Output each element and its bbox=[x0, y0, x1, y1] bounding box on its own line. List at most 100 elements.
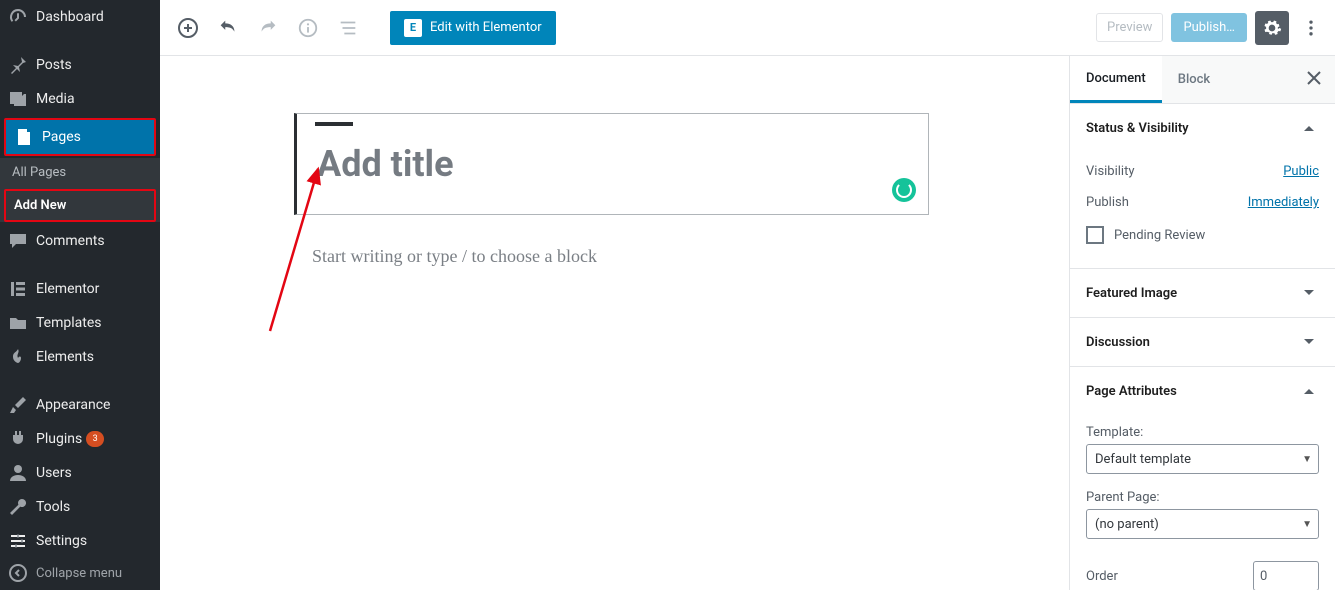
body-placeholder[interactable]: Start writing or type / to choose a bloc… bbox=[312, 246, 597, 267]
editor-topbar: E Edit with Elementor Preview Publish… bbox=[160, 0, 1335, 56]
comments-icon bbox=[8, 231, 28, 251]
chevron-down-icon bbox=[1299, 283, 1319, 303]
sidebar-label: Posts bbox=[36, 57, 72, 73]
visibility-label: Visibility bbox=[1086, 164, 1135, 179]
more-options-button[interactable] bbox=[1297, 11, 1325, 45]
publish-label: Publish bbox=[1086, 195, 1129, 210]
outline-icon bbox=[337, 17, 359, 39]
close-icon bbox=[1307, 71, 1321, 85]
sidebar-item-pages[interactable]: Pages bbox=[6, 120, 154, 154]
info-icon bbox=[297, 17, 319, 39]
more-vertical-icon bbox=[1301, 18, 1321, 38]
sidebar-sub-all-pages[interactable]: All Pages bbox=[0, 158, 160, 187]
elementor-button-label: Edit with Elementor bbox=[430, 20, 542, 35]
chevron-up-icon bbox=[1299, 118, 1319, 138]
add-block-button[interactable] bbox=[170, 10, 206, 46]
title-accent bbox=[315, 122, 353, 126]
redo-icon bbox=[257, 17, 279, 39]
publish-value-link[interactable]: Immediately bbox=[1248, 195, 1319, 210]
sidebar-label: Settings bbox=[36, 533, 87, 549]
grammarly-icon[interactable] bbox=[892, 178, 916, 202]
sidebar-label: Tools bbox=[36, 499, 70, 515]
section-head-status[interactable]: Status & Visibility bbox=[1070, 104, 1335, 152]
wrench-icon bbox=[8, 497, 28, 517]
dashboard-icon bbox=[8, 7, 28, 27]
template-select[interactable]: Default template ▼ bbox=[1086, 444, 1319, 474]
caret-down-icon: ▼ bbox=[1302, 454, 1312, 465]
sidebar-item-posts[interactable]: Posts bbox=[0, 48, 160, 82]
sidebar-label: Media bbox=[36, 91, 75, 107]
sidebar-item-dashboard[interactable]: Dashboard bbox=[0, 0, 160, 34]
title-placeholder: Add title bbox=[317, 143, 454, 185]
info-button[interactable] bbox=[290, 10, 326, 46]
plug-icon bbox=[8, 429, 28, 449]
section-head-discussion[interactable]: Discussion bbox=[1070, 318, 1335, 366]
outline-button[interactable] bbox=[330, 10, 366, 46]
sidebar-item-elementor[interactable]: Elementor bbox=[0, 272, 160, 306]
sidebar-item-appearance[interactable]: Appearance bbox=[0, 388, 160, 422]
annotation-pages: Pages bbox=[4, 118, 156, 156]
edit-with-elementor-button[interactable]: E Edit with Elementor bbox=[390, 11, 556, 45]
annotation-add-new: Add New bbox=[4, 189, 156, 222]
template-label: Template: bbox=[1086, 419, 1319, 444]
chevron-down-icon bbox=[1299, 332, 1319, 352]
editor-canvas: Add title Start writing or type / to cho… bbox=[160, 56, 1069, 590]
sidebar-label: Elementor bbox=[36, 281, 99, 297]
tab-block[interactable]: Block bbox=[1162, 56, 1226, 103]
sidebar-label: Comments bbox=[36, 233, 105, 249]
redo-button[interactable] bbox=[250, 10, 286, 46]
visibility-value-link[interactable]: Public bbox=[1283, 164, 1319, 179]
section-head-featured[interactable]: Featured Image bbox=[1070, 269, 1335, 317]
panel-tabs: Document Block bbox=[1070, 56, 1335, 104]
sidebar-item-media[interactable]: Media bbox=[0, 82, 160, 116]
sidebar-item-templates[interactable]: Templates bbox=[0, 306, 160, 340]
sidebar-item-users[interactable]: Users bbox=[0, 456, 160, 490]
folder-icon bbox=[8, 313, 28, 333]
pages-icon bbox=[14, 127, 34, 147]
elementor-icon bbox=[8, 279, 28, 299]
sidebar-label: Dashboard bbox=[36, 9, 104, 25]
caret-down-icon: ▼ bbox=[1302, 519, 1312, 530]
parent-label: Parent Page: bbox=[1086, 484, 1319, 509]
chevron-up-icon bbox=[1299, 381, 1319, 401]
section-page-attributes: Page Attributes Template: Default templa… bbox=[1070, 367, 1335, 590]
pending-review-checkbox[interactable] bbox=[1086, 226, 1104, 244]
sidebar-item-tools[interactable]: Tools bbox=[0, 490, 160, 524]
preview-button[interactable]: Preview bbox=[1096, 13, 1163, 42]
undo-icon bbox=[217, 17, 239, 39]
order-label: Order bbox=[1086, 569, 1118, 584]
collapse-icon bbox=[8, 563, 28, 583]
elementor-logo-icon: E bbox=[404, 19, 422, 37]
tab-document[interactable]: Document bbox=[1070, 56, 1162, 103]
sidebar-label: Users bbox=[36, 465, 72, 481]
publish-button[interactable]: Publish… bbox=[1171, 13, 1247, 42]
close-panel-button[interactable] bbox=[1293, 70, 1335, 89]
section-featured-image: Featured Image bbox=[1070, 269, 1335, 318]
collapse-menu[interactable]: Collapse menu bbox=[0, 556, 160, 590]
sidebar-label: Pages bbox=[42, 129, 81, 145]
plus-circle-icon bbox=[176, 16, 200, 40]
sidebar-label: Plugins bbox=[36, 431, 82, 447]
sidebar-item-elements[interactable]: Elements bbox=[0, 340, 160, 374]
undo-button[interactable] bbox=[210, 10, 246, 46]
title-input[interactable]: Add title bbox=[294, 113, 929, 215]
brush-icon bbox=[8, 395, 28, 415]
sidebar-item-settings[interactable]: Settings bbox=[0, 524, 160, 558]
settings-panel: Document Block Status & Visibility Visib… bbox=[1069, 56, 1335, 590]
section-status-visibility: Status & Visibility Visibility Public Pu… bbox=[1070, 104, 1335, 269]
sidebar-label: Appearance bbox=[36, 397, 110, 413]
parent-select[interactable]: (no parent) ▼ bbox=[1086, 509, 1319, 539]
section-discussion: Discussion bbox=[1070, 318, 1335, 367]
admin-sidebar: Dashboard Posts Media Pages All Pages Ad… bbox=[0, 0, 160, 590]
gear-icon bbox=[1262, 18, 1282, 38]
flame-icon bbox=[8, 347, 28, 367]
sidebar-sub-add-new[interactable]: Add New bbox=[6, 191, 154, 220]
collapse-label: Collapse menu bbox=[36, 566, 122, 581]
order-input[interactable]: 0 bbox=[1253, 561, 1319, 590]
sidebar-item-plugins[interactable]: Plugins 3 bbox=[0, 422, 160, 456]
sidebar-item-comments[interactable]: Comments bbox=[0, 224, 160, 258]
section-head-attributes[interactable]: Page Attributes bbox=[1070, 367, 1335, 415]
settings-toggle-button[interactable] bbox=[1255, 11, 1289, 45]
pages-submenu: All Pages Add New bbox=[0, 158, 160, 222]
plugins-count-badge: 3 bbox=[86, 431, 104, 447]
